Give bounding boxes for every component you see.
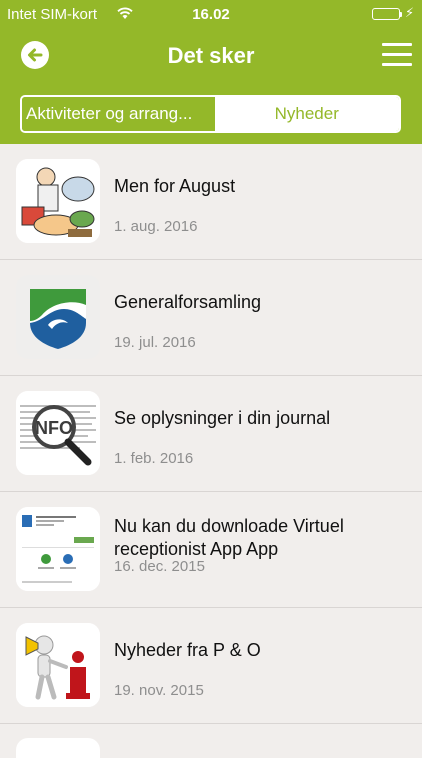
magnifier-info-icon: NFO — [16, 391, 100, 475]
page-title: Det sker — [167, 43, 255, 68]
news-date: 19. nov. 2015 — [114, 682, 204, 699]
kitchen-food-thumbnail — [16, 159, 100, 243]
list-item[interactable]: Generalforsamling 19. jul. 2016 — [0, 260, 422, 376]
news-title: Se oplysninger i din journal — [114, 408, 331, 428]
charging-bolt-icon: ⚡ — [405, 5, 415, 20]
hamburger-line — [382, 63, 412, 66]
news-title: Men for August — [114, 176, 236, 196]
list-item[interactable]: NFO Se oplysninger i din journal 1. feb.… — [0, 376, 422, 492]
hamburger-menu-icon — [382, 43, 412, 46]
tab-activities-label: Aktiviteter og arrang... — [26, 104, 193, 123]
news-date: 1. feb. 2016 — [114, 450, 194, 467]
megaphone-info-figure — [16, 623, 100, 707]
list-item[interactable]: Nyheder fra P & O 19. nov. 2015 — [0, 608, 422, 724]
segment-bar: Aktiviteter og arrang... Nyheder — [0, 86, 422, 144]
next-item-thumbnail — [16, 738, 100, 758]
app-store-screenshot — [16, 507, 100, 591]
tab-activities[interactable]: Aktiviteter og arrang... — [22, 97, 215, 131]
news-title: Nu kan du downloade Virtuel receptionist… — [114, 516, 344, 559]
news-date: 1. aug. 2016 — [114, 218, 198, 235]
news-date: 19. jul. 2016 — [114, 334, 196, 351]
shield-wave-logo — [16, 275, 100, 359]
status-bar: Intet SIM-kort 16.02 ⚡ — [0, 0, 422, 30]
battery-icon — [372, 8, 400, 20]
segmented-control: Aktiviteter og arrang... Nyheder — [20, 95, 401, 133]
news-date: 16. dec. 2015 — [114, 558, 205, 575]
tab-news-label: Nyheder — [274, 104, 339, 123]
svg-text:NFO: NFO — [35, 418, 73, 438]
news-title: Generalforsamling — [114, 292, 262, 312]
tab-news[interactable]: Nyheder — [214, 97, 399, 131]
hamburger-line — [382, 53, 412, 56]
menu-button[interactable] — [382, 43, 412, 67]
clock-label: 16.02 — [192, 6, 230, 23]
battery-tip — [400, 12, 402, 17]
news-list: Men for August 1. aug. 2016 Generalforsa… — [0, 144, 422, 758]
nav-bar: Det sker — [0, 30, 422, 86]
list-item[interactable]: Men for August 1. aug. 2016 — [0, 144, 422, 260]
news-title: Nyheder fra P & O — [114, 640, 261, 660]
list-item[interactable]: Nu kan du downloade Virtuel receptionist… — [0, 492, 422, 608]
